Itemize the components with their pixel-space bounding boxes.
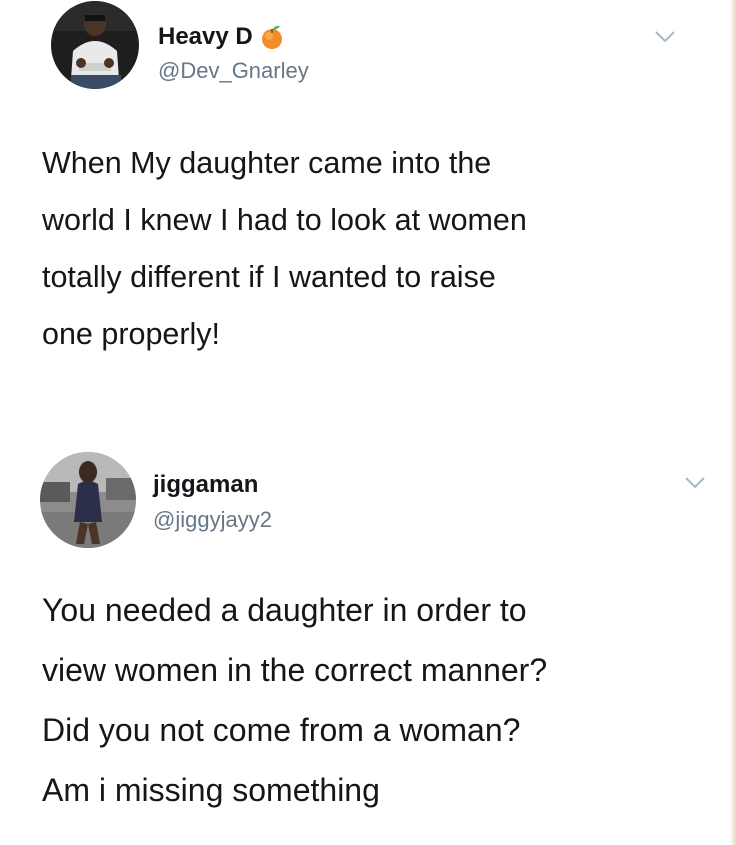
tweet-text-line: Did you not come from a woman? — [42, 712, 521, 748]
display-name[interactable]: Heavy D — [158, 23, 253, 51]
screenshot: { "tweets": [ { "display_name": "Heavy D… — [0, 0, 736, 845]
tweet-text-line: view women in the correct manner? — [42, 652, 548, 688]
tweet-1: Heavy D @Dev_Gnarley When My daughter ca… — [0, 0, 736, 420]
name-row: Heavy D — [158, 23, 285, 51]
tweet-text: When My daughter came into the world I k… — [42, 135, 527, 363]
avatar[interactable] — [40, 452, 136, 548]
display-name[interactable]: jiggaman — [153, 471, 258, 499]
tweet-text-line: You needed a daughter in order to — [42, 592, 527, 628]
handle[interactable]: @Dev_Gnarley — [158, 58, 309, 84]
peach-emoji-icon — [259, 24, 285, 50]
chevron-down-icon[interactable] — [684, 476, 706, 490]
handle[interactable]: @jiggyjayy2 — [153, 507, 272, 533]
tweet-text-line: Am i missing something — [42, 772, 380, 808]
tweet-text-line: world I knew I had to look at women — [42, 203, 527, 237]
tweet-text-line: When My daughter came into the — [42, 146, 492, 180]
tweet-2: jiggaman @jiggyjayy2 You needed a daught… — [0, 420, 736, 845]
tweet-text-line: one properly! — [42, 317, 221, 351]
avatar[interactable] — [51, 1, 139, 89]
image-edge — [730, 0, 736, 845]
tweet-text: You needed a daughter in order to view w… — [42, 580, 547, 820]
chevron-down-icon[interactable] — [654, 30, 676, 44]
name-row: jiggaman — [153, 471, 258, 499]
tweet-text-line: totally different if I wanted to raise — [42, 260, 496, 294]
